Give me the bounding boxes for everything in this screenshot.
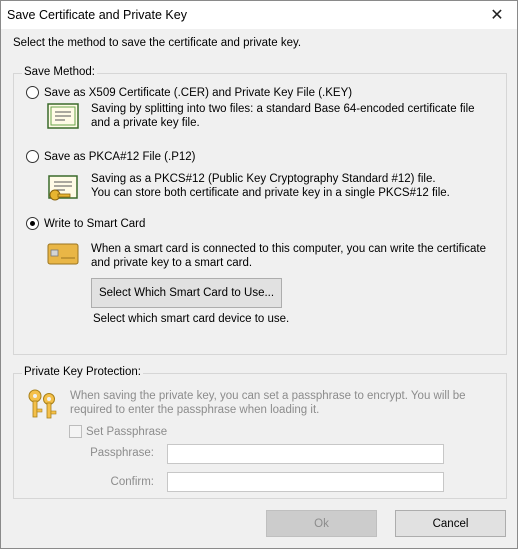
radio-smart-card-label: Write to Smart Card (44, 217, 146, 230)
passphrase-field[interactable] (167, 444, 444, 464)
close-button[interactable]: ✕ (477, 1, 517, 29)
private-key-description: When saving the private key, you can set… (70, 389, 466, 417)
cancel-button[interactable]: Cancel (395, 510, 506, 537)
smart-card-description: When a smart card is connected to this c… (91, 242, 486, 270)
close-icon: ✕ (490, 7, 504, 24)
radio-pkcs12-label: Save as PKCA#12 File (.P12) (44, 150, 196, 163)
pkcs12-description: Saving as a PKCS#12 (Public Key Cryptogr… (91, 172, 450, 200)
pkcs12-key-certificate-icon (45, 170, 81, 202)
radio-pkcs12-option[interactable]: Save as PKCA#12 File (.P12) (26, 150, 196, 163)
title-bar: Save Certificate and Private Key ✕ (1, 1, 517, 29)
certificate-document-icon (47, 103, 79, 129)
confirm-label: Confirm: (110, 476, 154, 488)
radio-x509-label: Save as X509 Certificate (.CER) and Priv… (44, 86, 353, 99)
pkcs12-description-line1: Saving as a PKCS#12 (Public Key Cryptogr… (91, 173, 436, 185)
radio-x509[interactable] (26, 86, 39, 99)
x509-description-line2: and a private key file. (91, 117, 200, 129)
pkcs12-description-line2: You can store both certificate and priva… (91, 187, 450, 199)
select-smart-card-hint: Select which smart card device to use. (93, 313, 290, 325)
select-smart-card-button[interactable]: Select Which Smart Card to Use... (91, 278, 282, 308)
set-passphrase-label: Set Passphrase (86, 425, 168, 438)
x509-description-line1: Saving by splitting into two files: a st… (91, 103, 475, 115)
ok-button[interactable]: Ok (266, 510, 377, 537)
private-key-description-line1: When saving the private key, you can set… (70, 390, 466, 402)
save-method-legend: Save Method: (22, 66, 97, 78)
set-passphrase-checkbox-row[interactable]: Set Passphrase (69, 425, 167, 438)
private-key-description-line2: required to enter the passphrase when lo… (70, 404, 320, 416)
window-title: Save Certificate and Private Key (7, 8, 187, 22)
private-key-protection-legend: Private Key Protection: (22, 366, 143, 378)
intro-text: Select the method to save the certificat… (13, 37, 302, 49)
smart-card-description-line2: and private key to a smart card. (91, 257, 253, 269)
smart-card-description-line1: When a smart card is connected to this c… (91, 243, 487, 255)
radio-pkcs12[interactable] (26, 150, 39, 163)
x509-description: Saving by splitting into two files: a st… (91, 102, 475, 130)
passphrase-label: Passphrase: (90, 447, 154, 459)
radio-smart-card[interactable] (26, 217, 39, 230)
smart-card-icon (47, 243, 79, 265)
keys-icon (25, 387, 61, 421)
confirm-field[interactable] (167, 472, 444, 492)
radio-smart-card-option[interactable]: Write to Smart Card (26, 217, 145, 230)
set-passphrase-checkbox[interactable] (69, 425, 82, 438)
save-certificate-dialog: Save Certificate and Private Key ✕ Selec… (0, 0, 518, 549)
radio-x509-option[interactable]: Save as X509 Certificate (.CER) and Priv… (26, 86, 352, 99)
